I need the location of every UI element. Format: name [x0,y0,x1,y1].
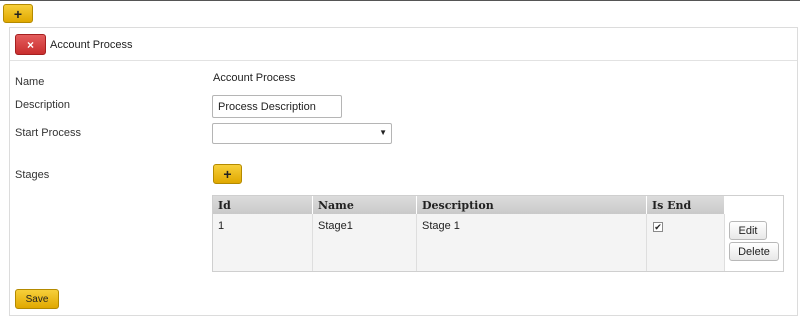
column-header-description[interactable]: Description [417,196,647,214]
dropdown-arrow-icon: ▼ [379,128,387,137]
description-label: Description [15,99,71,111]
start-process-label: Start Process [15,127,82,139]
process-panel: × Account Process Name Account Process D… [9,27,798,316]
column-header-id[interactable]: Id [213,196,313,214]
cell-id: 1 [213,214,313,271]
row-actions: Edit Delete [725,196,783,271]
cell-is-end: ✔ [647,214,725,271]
column-header-is-end[interactable]: Is End [647,196,725,214]
start-process-select[interactable]: ▼ [212,123,392,144]
delete-button[interactable]: Delete [729,242,779,261]
plus-icon: + [13,5,23,22]
save-button[interactable]: Save [15,289,59,309]
plus-icon: + [223,166,232,182]
top-divider [0,0,800,1]
stages-label: Stages [15,169,50,181]
edit-button[interactable]: Edit [729,221,767,240]
is-end-checkbox[interactable]: ✔ [653,222,663,232]
close-icon: × [26,37,34,52]
description-input[interactable] [212,95,342,118]
name-label: Name [15,76,45,88]
cell-description: Stage 1 [417,214,647,271]
panel-header: × Account Process [10,28,797,61]
panel-title: Account Process [50,39,133,51]
name-value: Account Process [213,72,296,84]
add-stage-button[interactable]: + [213,164,242,184]
column-header-name[interactable]: Name [313,196,417,214]
add-button[interactable]: + [3,4,33,23]
stages-grid: Id Name Description Is End 1 Stage1 Stag… [212,195,784,272]
remove-button[interactable]: × [15,34,46,55]
cell-name: Stage1 [313,214,417,271]
